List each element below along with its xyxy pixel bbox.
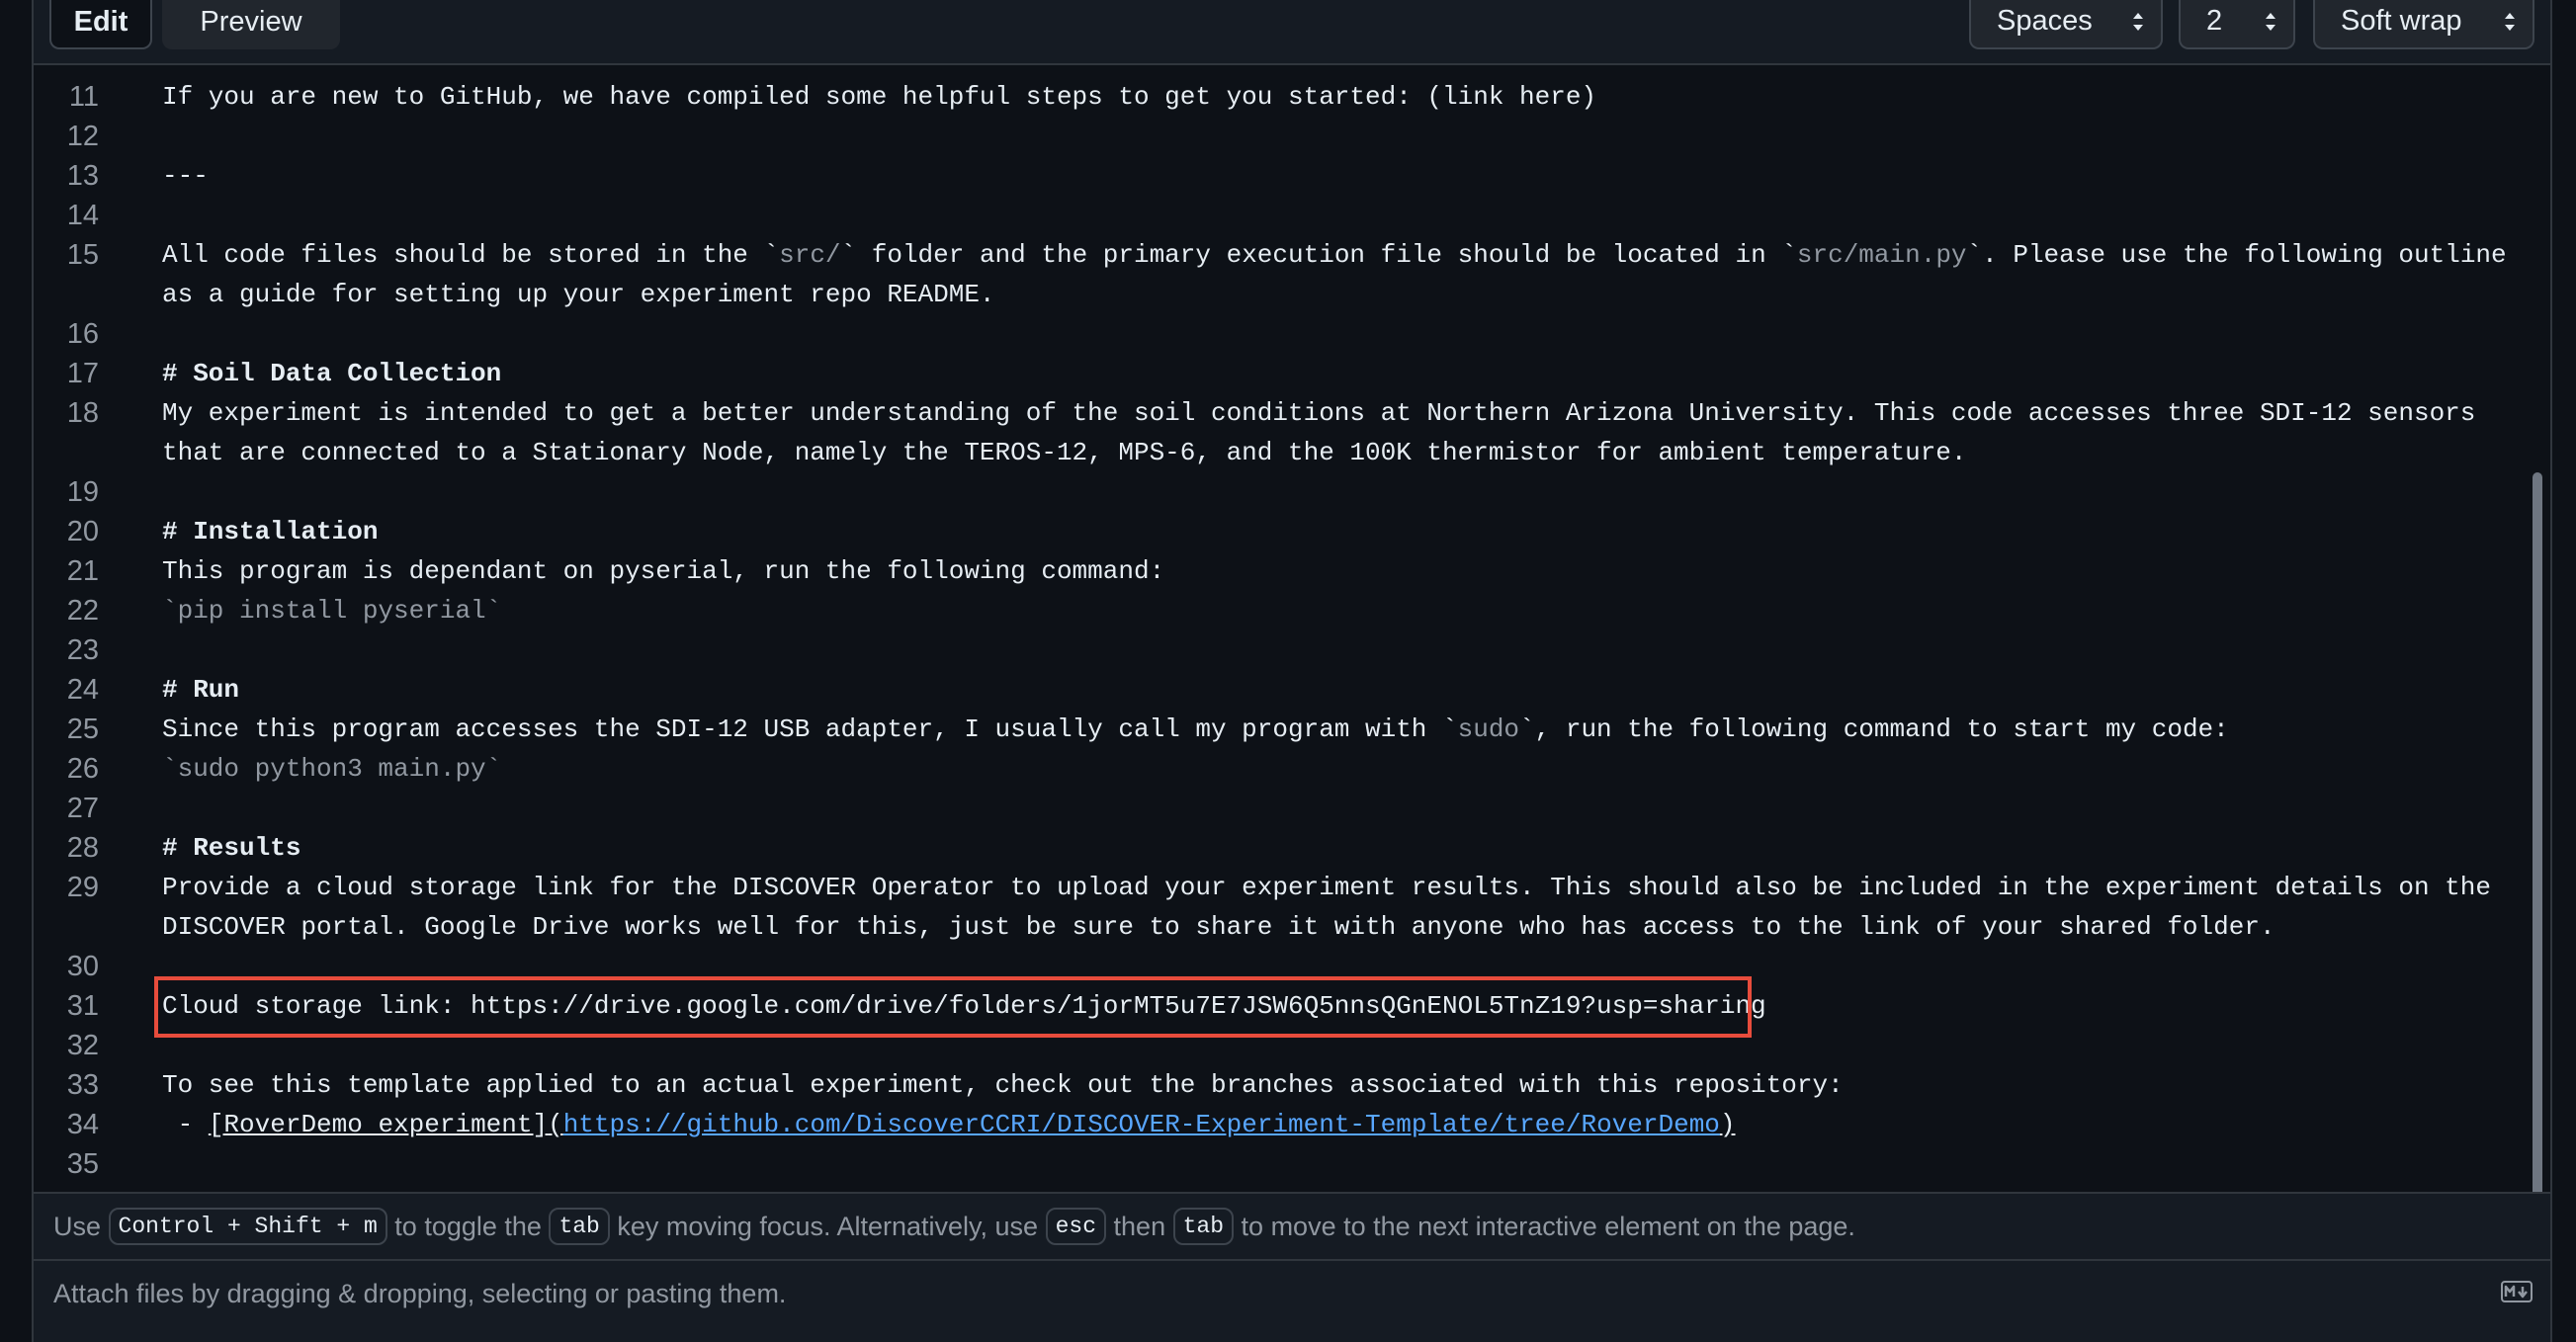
attach-files-text: Attach files by dragging & dropping, sel…	[53, 1279, 787, 1308]
line-number: 33	[66, 1069, 99, 1101]
line-text: To see this template applied to an actua…	[162, 1070, 1844, 1100]
line-number: 21	[66, 555, 99, 587]
attach-files-bar[interactable]: Attach files by dragging & dropping, sel…	[34, 1261, 2550, 1342]
line-text: This program is dependant on pyserial, r…	[162, 556, 1165, 586]
line-number: 22	[66, 595, 99, 627]
line-number: 27	[66, 793, 99, 824]
markdown-icon	[2501, 1281, 2533, 1302]
select-caret-icon	[2133, 13, 2143, 31]
line-text: - [RoverDemo experiment](https://github.…	[162, 1110, 1736, 1139]
line-number: 25	[66, 713, 99, 745]
select-caret-icon	[2266, 13, 2275, 31]
line-number: 24	[66, 674, 99, 706]
kbd-shortcut: Control + Shift + m	[108, 1207, 387, 1245]
heading-text: # Soil Data Collection	[162, 359, 502, 388]
kbd-esc: esc	[1045, 1207, 1107, 1245]
line-number: 23	[66, 634, 99, 666]
line-text: If you are new to GitHub, we have compil…	[162, 82, 1597, 112]
inline-code: `sudo python3 main.py`	[162, 754, 502, 784]
line-number: 12	[66, 121, 99, 152]
hint-text: to move to the next interactive element …	[1241, 1212, 1855, 1241]
inline-code: sudo	[1457, 714, 1520, 744]
kbd-tab: tab	[549, 1207, 610, 1245]
inline-code: src/	[779, 240, 841, 270]
line-number: 14	[66, 200, 99, 231]
line-number: 26	[66, 753, 99, 785]
line-number: 34	[66, 1109, 99, 1140]
inline-code: `pip install pyserial`	[162, 596, 502, 626]
indent-size-select[interactable]: 2	[2179, 0, 2295, 49]
select-caret-icon	[2505, 13, 2515, 31]
line-number: 32	[66, 1030, 99, 1061]
kbd-tab: tab	[1172, 1207, 1235, 1245]
line-number: 35	[66, 1148, 99, 1180]
wrap-mode-select[interactable]: Soft wrap	[2313, 0, 2534, 49]
line-number: 16	[66, 318, 99, 350]
markdown-link-label: [RoverDemo experiment]	[208, 1110, 549, 1139]
line-number: 19	[66, 476, 99, 508]
highlight-annotation-box	[154, 976, 1752, 1038]
line-text: ---	[162, 161, 209, 191]
wrap-mode-value: Soft wrap	[2341, 5, 2462, 37]
line-number: 18	[66, 397, 99, 429]
inline-code: src/main.py	[1796, 240, 1967, 270]
line-number: 30	[66, 951, 99, 982]
line-number: 11	[68, 81, 99, 113]
hint-text: to toggle the	[394, 1212, 542, 1241]
line-number: 17	[66, 358, 99, 389]
hint-text: then	[1113, 1212, 1166, 1241]
tab-edit[interactable]: Edit	[49, 0, 152, 49]
indent-mode-select[interactable]: Spaces	[1969, 0, 2163, 49]
line-text: Since this program accesses the SDI-12 U…	[162, 714, 2229, 744]
indent-size-value: 2	[2206, 5, 2223, 37]
heading-text: # Installation	[162, 517, 379, 546]
line-number: 29	[66, 872, 99, 903]
line-text: All code files should be stored in the `…	[162, 240, 2523, 309]
markdown-link-url[interactable]: https://github.com/DiscoverCCRI/DISCOVER…	[563, 1110, 1720, 1139]
markdown-editor: Edit Preview Spaces 2 Soft wrap 11 If yo…	[32, 0, 2552, 1342]
line-number: 20	[66, 516, 99, 547]
line-number: 28	[66, 832, 99, 864]
line-text: Provide a cloud storage link for the DIS…	[162, 873, 2507, 942]
heading-text: # Results	[162, 833, 301, 863]
hint-text: key moving focus. Alternatively, use	[617, 1212, 1039, 1241]
heading-text: # Run	[162, 675, 240, 705]
keyboard-hint-bar: Use Control + Shift + m to toggle the ta…	[34, 1192, 2550, 1261]
tab-preview[interactable]: Preview	[162, 0, 340, 49]
line-text: My experiment is intended to get a bette…	[162, 398, 2491, 467]
editor-scrollbar[interactable]	[2533, 472, 2542, 1192]
line-number: 31	[66, 990, 99, 1022]
indent-mode-value: Spaces	[1997, 5, 2093, 37]
code-editor[interactable]: 11 If you are new to GitHub, we have com…	[34, 65, 2550, 1192]
line-number: 13	[66, 160, 99, 192]
hint-text: Use	[53, 1212, 102, 1241]
line-number: 15	[66, 239, 99, 271]
editor-toolbar: Edit Preview Spaces 2 Soft wrap	[34, 0, 2550, 65]
